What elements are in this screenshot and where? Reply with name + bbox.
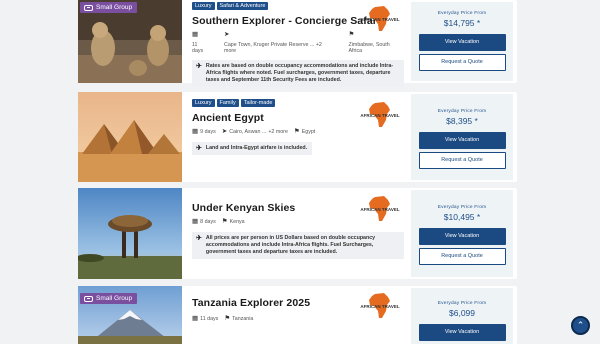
plane-icon: ✈ bbox=[196, 234, 202, 242]
vacation-card: Small Group Luxury Safari & Adventure So… bbox=[78, 0, 517, 88]
calendar-icon: ▦ bbox=[192, 31, 199, 38]
calendar-icon: ▦ bbox=[192, 218, 199, 225]
price-panel: Everyday Price From $6,099 View Vacation bbox=[411, 288, 513, 344]
flag-icon: ⚑ bbox=[293, 128, 300, 135]
price-panel: Everyday Price From $8,395 * View Vacati… bbox=[411, 94, 513, 180]
group-icon bbox=[84, 4, 93, 11]
tag[interactable]: Luxury bbox=[192, 2, 215, 10]
tag[interactable]: Luxury bbox=[192, 99, 215, 107]
card-image[interactable] bbox=[78, 92, 182, 182]
request-quote-button[interactable]: Request a Quote bbox=[418, 152, 506, 169]
view-vacation-button[interactable]: View Vacation bbox=[418, 132, 506, 149]
price: $10,495 * bbox=[443, 212, 481, 222]
view-vacation-button[interactable]: View Vacation bbox=[418, 34, 506, 51]
location-arrow-icon: ➤ bbox=[224, 31, 230, 38]
pricing-note: ✈ Rates are based on double occupancy ac… bbox=[192, 59, 404, 88]
pricing-note: ✈ Land and Intra-Egypt airfare is includ… bbox=[192, 141, 313, 155]
group-icon bbox=[84, 295, 93, 302]
trip-meta: ▦ 11 days ➤ Cape Town, Kruger Private Rese… bbox=[192, 31, 404, 53]
african-travel-logo: AFRICAN TRAVEL bbox=[360, 194, 400, 224]
tag[interactable]: Safari & Adventure bbox=[216, 2, 269, 10]
price-panel: Everyday Price From $10,495 * View Vacat… bbox=[411, 190, 513, 277]
calendar-icon: ▦ bbox=[192, 128, 199, 135]
tag[interactable]: Tailor-made bbox=[240, 99, 276, 107]
location-arrow-icon: ➤ bbox=[221, 128, 228, 135]
chevron-up-icon: ⌃ bbox=[576, 319, 585, 330]
more-locations-link[interactable]: +2 more bbox=[268, 129, 288, 135]
african-travel-logo: AFRICAN TRAVEL bbox=[360, 100, 400, 130]
scroll-to-top-button[interactable]: ⌃ bbox=[571, 316, 590, 335]
flag-icon: ⚑ bbox=[224, 315, 231, 322]
price-panel: Everyday Price From $14,795 * View Vacat… bbox=[411, 2, 513, 81]
logo-text: AFRICAN TRAVEL bbox=[360, 17, 399, 22]
plane-icon: ✈ bbox=[196, 144, 202, 152]
african-travel-logo: AFRICAN TRAVEL bbox=[360, 291, 400, 321]
tag[interactable]: Family bbox=[216, 99, 239, 107]
logo-text: AFRICAN TRAVEL bbox=[360, 113, 399, 118]
view-vacation-button[interactable]: View Vacation bbox=[418, 228, 506, 245]
vacation-card: Small Group Tanzania Explorer 2025 ▦ 11 d… bbox=[78, 286, 517, 344]
pricing-note: ✈ All prices are per person in US Dollar… bbox=[192, 231, 404, 260]
vacation-card: Under Kenyan Skies ▦ 8 days ⚑ Kenya ✈ All … bbox=[78, 188, 517, 279]
price: $14,795 * bbox=[443, 18, 481, 28]
african-travel-logo: AFRICAN TRAVEL bbox=[360, 4, 400, 34]
request-quote-button[interactable]: Request a Quote bbox=[418, 248, 506, 265]
calendar-icon: ▦ bbox=[192, 315, 199, 322]
flag-icon: ⚑ bbox=[221, 218, 228, 225]
vacation-card: Luxury Family Tailor-made Ancient Egypt … bbox=[78, 92, 517, 182]
card-image[interactable] bbox=[78, 188, 182, 279]
view-vacation-button[interactable]: View Vacation bbox=[418, 324, 506, 341]
price: $8,395 * bbox=[446, 116, 478, 126]
price: $6,099 bbox=[449, 308, 475, 318]
request-quote-button[interactable]: Request a Quote bbox=[418, 54, 506, 71]
small-group-badge: Small Group bbox=[80, 293, 138, 304]
logo-text: AFRICAN TRAVEL bbox=[360, 304, 399, 309]
logo-text: AFRICAN TRAVEL bbox=[360, 207, 399, 212]
plane-icon: ✈ bbox=[196, 62, 202, 70]
small-group-badge: Small Group bbox=[80, 2, 138, 13]
